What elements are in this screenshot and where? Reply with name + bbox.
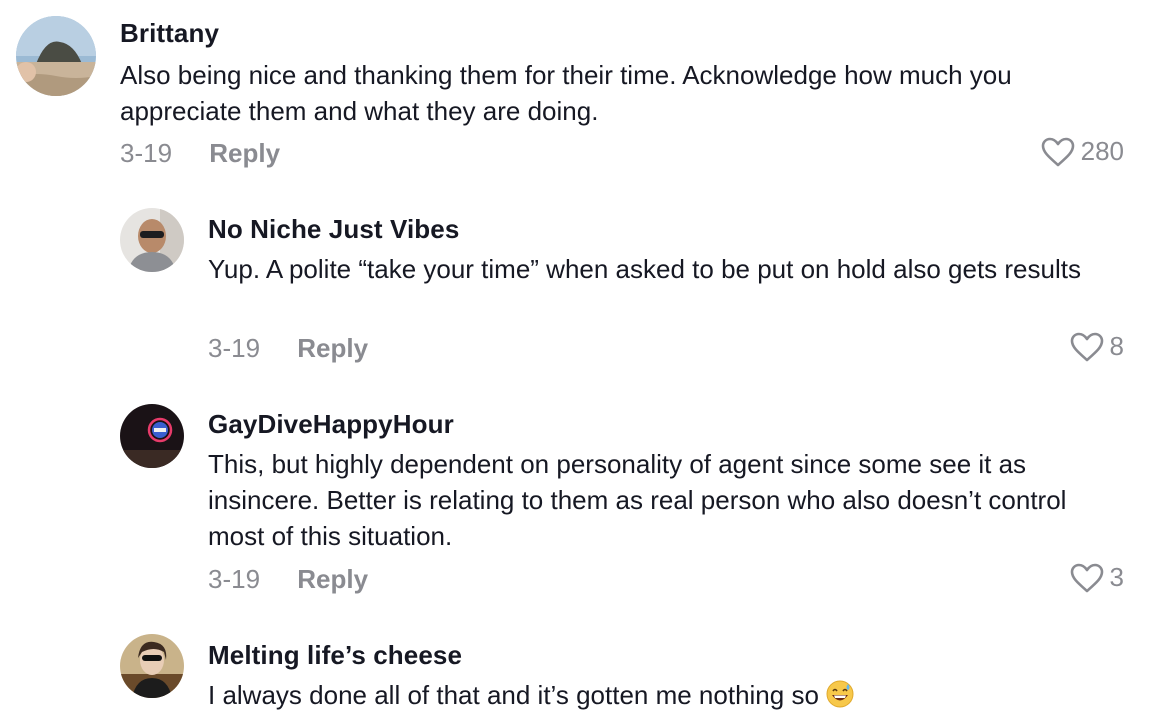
heart-icon <box>1070 563 1103 592</box>
comment-text: Also being nice and thanking them for th… <box>120 60 1012 126</box>
comment-date: 3-19 <box>208 333 261 363</box>
comment-item: Melting life’s cheese I always done all … <box>0 610 1160 718</box>
avatar[interactable] <box>16 16 96 96</box>
comment-text: I always done all of that and it’s gotte… <box>208 677 1128 713</box>
like-count: 3 <box>1109 562 1124 592</box>
like-count: 8 <box>1109 331 1124 361</box>
comment-username[interactable]: Brittany <box>120 18 219 49</box>
like-count: 280 <box>1080 136 1124 166</box>
reply-button[interactable]: Reply <box>297 333 368 363</box>
avatar[interactable] <box>120 404 184 468</box>
comment-username[interactable]: No Niche Just Vibes <box>208 214 459 245</box>
avatar[interactable] <box>120 208 184 272</box>
heart-icon <box>1070 332 1103 361</box>
comment-text-content: I always done all of that and it’s gotte… <box>208 680 819 710</box>
avatar-neon-sign-icon <box>120 404 184 468</box>
avatar[interactable] <box>120 634 184 698</box>
comment-meta: 3-19 Reply <box>120 138 280 169</box>
avatar-woman-sunglasses-icon <box>120 634 184 698</box>
grinning-sweat-emoji-icon <box>826 680 854 708</box>
comment-meta: 3-19 Reply <box>208 333 368 364</box>
like-button[interactable]: 280 <box>1041 136 1124 167</box>
comment-item: Brittany Also being nice and thanking th… <box>0 0 1160 190</box>
comment-text: Yup. A polite “take your time” when aske… <box>208 254 1081 284</box>
heart-icon <box>1041 137 1074 166</box>
comment-username[interactable]: Melting life’s cheese <box>208 640 462 671</box>
comment-date: 3-19 <box>208 564 261 594</box>
avatar-beach-rock-icon <box>16 16 96 96</box>
reply-button[interactable]: Reply <box>297 564 368 594</box>
comment-username[interactable]: GayDiveHappyHour <box>208 409 454 440</box>
comment-meta: 3-19 Reply <box>208 564 368 595</box>
comment-date: 3-19 <box>120 138 173 168</box>
comment-text: This, but highly dependent on personalit… <box>208 449 1067 551</box>
comment-item: GayDiveHappyHour This, but highly depend… <box>0 380 1160 610</box>
avatar-man-sunglasses-icon <box>120 208 184 272</box>
like-button[interactable]: 8 <box>1070 331 1124 362</box>
like-button[interactable]: 3 <box>1070 562 1124 593</box>
comment-item: No Niche Just Vibes Yup. A polite “take … <box>0 190 1160 380</box>
reply-button[interactable]: Reply <box>209 138 280 168</box>
